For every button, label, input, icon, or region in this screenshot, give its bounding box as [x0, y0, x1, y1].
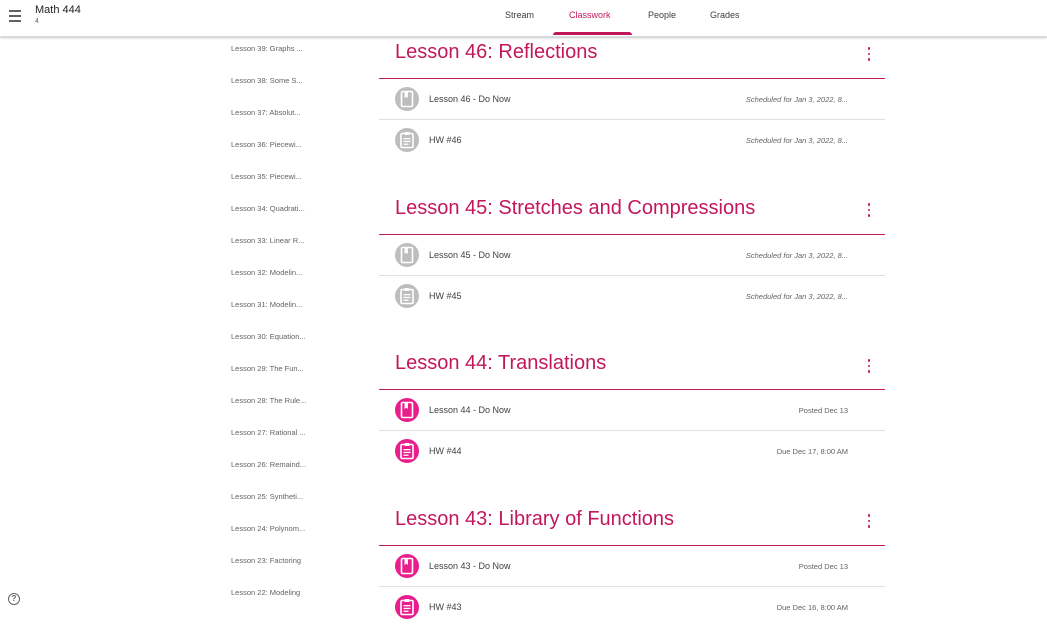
- topic-item[interactable]: Lesson 25: Syntheti...: [231, 492, 303, 501]
- assignment-icon: [395, 284, 419, 308]
- item-status: Scheduled for Jan 3, 2022, 8...: [745, 136, 848, 145]
- classwork-item[interactable]: Lesson 43 - Do Now Posted Dec 13: [379, 546, 885, 587]
- item-status: Scheduled for Jan 3, 2022, 8...: [745, 251, 848, 260]
- item-status: Posted Dec 13: [798, 562, 848, 571]
- topic-item[interactable]: Lesson 37: Absolut...: [231, 108, 301, 117]
- item-title: HW #45: [429, 291, 462, 301]
- material-icon: [395, 87, 419, 111]
- more-vert-icon[interactable]: [867, 47, 871, 61]
- section-title[interactable]: Lesson 43: Library of Functions: [395, 508, 674, 531]
- assignment-icon: [395, 128, 419, 152]
- material-icon: [395, 554, 419, 578]
- material-icon: [395, 398, 419, 422]
- tab-people[interactable]: People: [648, 10, 676, 20]
- material-icon: [395, 243, 419, 267]
- topic-item[interactable]: Lesson 30: Equation...: [231, 332, 306, 341]
- topic-item[interactable]: Lesson 31: Modelin...: [231, 300, 302, 309]
- section-title[interactable]: Lesson 45: Stretches and Compressions: [395, 197, 755, 220]
- classwork-item[interactable]: Lesson 46 - Do Now Scheduled for Jan 3, …: [379, 79, 885, 120]
- assignment-icon: [395, 439, 419, 463]
- item-status: Scheduled for Jan 3, 2022, 8...: [745, 95, 848, 104]
- topic-item[interactable]: Lesson 39: Graphs ...: [231, 44, 303, 53]
- more-vert-icon[interactable]: [867, 514, 871, 528]
- classwork-item[interactable]: HW #43 Due Dec 16, 8:00 AM: [379, 587, 885, 627]
- topic-item[interactable]: Lesson 27: Rational ...: [231, 428, 306, 437]
- item-status: Due Dec 16, 8:00 AM: [776, 603, 848, 612]
- topic-item[interactable]: Lesson 36: Piecewi...: [231, 140, 302, 149]
- classwork-item[interactable]: HW #45 Scheduled for Jan 3, 2022, 8...: [379, 276, 885, 316]
- topic-item[interactable]: Lesson 28: The Rule...: [231, 396, 306, 405]
- topic-item[interactable]: Lesson 23: Factoring: [231, 556, 301, 565]
- topic-item[interactable]: Lesson 24: Polynom...: [231, 524, 305, 533]
- help-icon[interactable]: ?: [8, 593, 20, 605]
- section-title[interactable]: Lesson 44: Translations: [395, 352, 606, 375]
- tab-grades[interactable]: Grades: [710, 10, 740, 20]
- active-tab-indicator: [553, 32, 632, 35]
- topic-item[interactable]: Lesson 22: Modeling: [231, 588, 300, 597]
- item-status: Due Dec 17, 8:00 AM: [776, 447, 848, 456]
- topic-item[interactable]: Lesson 26: Remaind...: [231, 460, 306, 469]
- tab-bar: Stream Classwork People Grades: [0, 0, 1047, 36]
- item-title: HW #43: [429, 602, 462, 612]
- item-status: Scheduled for Jan 3, 2022, 8...: [745, 292, 848, 301]
- item-title: Lesson 46 - Do Now: [429, 94, 511, 104]
- topic-item[interactable]: Lesson 29: The Fun...: [231, 364, 304, 373]
- topic-item[interactable]: Lesson 34: Quadrati...: [231, 204, 305, 213]
- tab-classwork[interactable]: Classwork: [569, 10, 611, 20]
- item-title: HW #44: [429, 446, 462, 456]
- topic-item[interactable]: Lesson 33: Linear R...: [231, 236, 304, 245]
- topic-item[interactable]: Lesson 35: Piecewi...: [231, 172, 302, 181]
- section-title[interactable]: Lesson 46: Reflections: [395, 41, 597, 64]
- item-title: Lesson 43 - Do Now: [429, 561, 511, 571]
- topic-item[interactable]: Lesson 32: Modelin...: [231, 268, 302, 277]
- item-title: HW #46: [429, 135, 462, 145]
- classwork-item[interactable]: HW #44 Due Dec 17, 8:00 AM: [379, 431, 885, 471]
- more-vert-icon[interactable]: [867, 359, 871, 373]
- more-vert-icon[interactable]: [867, 203, 871, 217]
- topic-item[interactable]: Lesson 38: Some S...: [231, 76, 303, 85]
- item-title: Lesson 44 - Do Now: [429, 405, 511, 415]
- classwork-item[interactable]: Lesson 45 - Do Now Scheduled for Jan 3, …: [379, 235, 885, 276]
- item-status: Posted Dec 13: [798, 406, 848, 415]
- classwork-item[interactable]: HW #46 Scheduled for Jan 3, 2022, 8...: [379, 120, 885, 160]
- assignment-icon: [395, 595, 419, 619]
- top-app-bar: Math 444 4 Stream Classwork People Grade…: [0, 0, 1047, 37]
- tab-stream[interactable]: Stream: [505, 10, 534, 20]
- item-title: Lesson 45 - Do Now: [429, 250, 511, 260]
- classwork-item[interactable]: Lesson 44 - Do Now Posted Dec 13: [379, 390, 885, 431]
